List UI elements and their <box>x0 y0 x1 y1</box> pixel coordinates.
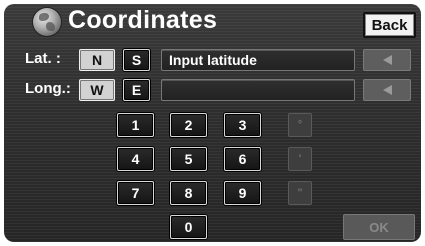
lat-north-button[interactable]: N <box>79 49 115 71</box>
lat-south-button[interactable]: S <box>123 49 150 71</box>
key-0[interactable]: 0 <box>170 215 207 239</box>
key-3[interactable]: 3 <box>224 113 261 137</box>
globe-icon <box>33 8 61 36</box>
latitude-input[interactable]: Input latitude <box>161 49 355 71</box>
key-9[interactable]: 9 <box>224 181 261 205</box>
left-arrow-icon <box>382 85 392 95</box>
latitude-backspace-button[interactable] <box>363 49 411 71</box>
key-7[interactable]: 7 <box>117 181 154 205</box>
ok-button[interactable]: OK <box>343 214 415 240</box>
minute-key[interactable]: ' <box>288 147 312 171</box>
key-8[interactable]: 8 <box>170 181 207 205</box>
navigation-screen: Coordinates Back Lat. : N S Input latitu… <box>4 4 421 242</box>
second-key[interactable]: " <box>288 181 312 205</box>
long-east-button[interactable]: E <box>123 79 150 101</box>
key-2[interactable]: 2 <box>170 113 207 137</box>
longitude-backspace-button[interactable] <box>363 79 411 101</box>
longitude-label: Long.: <box>25 80 71 97</box>
key-4[interactable]: 4 <box>117 147 154 171</box>
key-1[interactable]: 1 <box>117 113 154 137</box>
latitude-label: Lat. : <box>25 50 61 67</box>
page-title: Coordinates <box>68 6 218 34</box>
back-button[interactable]: Back <box>363 12 416 38</box>
long-west-button[interactable]: W <box>79 79 115 101</box>
degree-key[interactable]: ° <box>288 113 312 137</box>
key-6[interactable]: 6 <box>224 147 261 171</box>
key-5[interactable]: 5 <box>170 147 207 171</box>
longitude-input[interactable] <box>161 79 355 101</box>
left-arrow-icon <box>382 55 392 65</box>
